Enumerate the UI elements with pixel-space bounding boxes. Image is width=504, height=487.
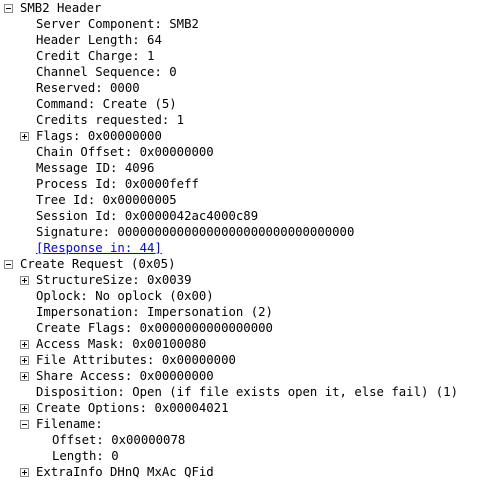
tree-row[interactable]: Header Length: 64 xyxy=(0,32,504,48)
access-mask-node: Access Mask: 0x00100080 xyxy=(36,337,207,351)
file-attributes-node: File Attributes: 0x00000000 xyxy=(36,353,236,367)
channel-sequence-field: Channel Sequence: 0 xyxy=(36,65,177,79)
oplock-field: Oplock: No oplock (0x00) xyxy=(36,289,214,303)
session-id-field: Session Id: 0x0000042ac4000c89 xyxy=(36,209,259,223)
tree-row[interactable]: Share Access: 0x00000000 xyxy=(0,368,504,384)
tree-row[interactable]: Flags: 0x00000000 xyxy=(0,128,504,144)
packet-details-tree: SMB2 Header Server Component: SMB2 Header … xyxy=(0,0,504,480)
credit-charge-field: Credit Charge: 1 xyxy=(36,49,155,63)
reserved-field: Reserved: 0000 xyxy=(36,81,140,95)
tree-row[interactable]: Session Id: 0x0000042ac4000c89 xyxy=(0,208,504,224)
tree-row[interactable]: Chain Offset: 0x00000000 xyxy=(0,144,504,160)
tree-row[interactable]: Access Mask: 0x00100080 xyxy=(0,336,504,352)
tree-row[interactable]: Command: Create (5) xyxy=(0,96,504,112)
tree-row[interactable]: Credits requested: 1 xyxy=(0,112,504,128)
tree-row[interactable]: Channel Sequence: 0 xyxy=(0,64,504,80)
tree-row[interactable]: Create Options: 0x00004021 xyxy=(0,400,504,416)
structure-size-node: StructureSize: 0x0039 xyxy=(36,273,192,287)
filename-offset-field: Offset: 0x00000078 xyxy=(52,433,186,447)
expand-icon[interactable] xyxy=(20,404,29,413)
tree-row[interactable]: Signature: 00000000000000000000000000000… xyxy=(0,224,504,240)
tree-row[interactable]: Create Request (0x05) xyxy=(0,256,504,272)
expand-icon[interactable] xyxy=(20,276,29,285)
tree-row[interactable]: Credit Charge: 1 xyxy=(0,48,504,64)
extrainfo-node: ExtraInfo DHnQ MxAc QFid xyxy=(36,465,214,479)
collapse-icon[interactable] xyxy=(4,4,13,13)
header-length-field: Header Length: 64 xyxy=(36,33,162,47)
smb2-header-node: SMB2 Header xyxy=(20,1,102,15)
collapse-icon[interactable] xyxy=(4,260,13,269)
tree-row[interactable]: Message ID: 4096 xyxy=(0,160,504,176)
credits-requested-field: Credits requested: 1 xyxy=(36,113,185,127)
tree-row[interactable]: Offset: 0x00000078 xyxy=(0,432,504,448)
tree-row[interactable]: ExtraInfo DHnQ MxAc QFid xyxy=(0,464,504,480)
create-request-node: Create Request (0x05) xyxy=(20,257,176,271)
expand-icon[interactable] xyxy=(20,132,29,141)
tree-row[interactable]: Reserved: 0000 xyxy=(0,80,504,96)
signature-field: Signature: 00000000000000000000000000000… xyxy=(36,225,355,239)
tree-row[interactable]: Tree Id: 0x00000005 xyxy=(0,192,504,208)
tree-row[interactable]: Filename: xyxy=(0,416,504,432)
tree-row[interactable]: Create Flags: 0x0000000000000000 xyxy=(0,320,504,336)
disposition-field: Disposition: Open (if file exists open i… xyxy=(36,385,458,399)
tree-row[interactable]: Disposition: Open (if file exists open i… xyxy=(0,384,504,400)
tree-row[interactable]: Oplock: No oplock (0x00) xyxy=(0,288,504,304)
filename-node: Filename: xyxy=(36,417,103,431)
create-options-node: Create Options: 0x00004021 xyxy=(36,401,229,415)
command-field: Command: Create (5) xyxy=(36,97,177,111)
expand-icon[interactable] xyxy=(20,372,29,381)
expand-icon[interactable] xyxy=(20,468,29,477)
message-id-field: Message ID: 4096 xyxy=(36,161,155,175)
flags-node: Flags: 0x00000000 xyxy=(36,129,162,143)
process-id-field: Process Id: 0x0000feff xyxy=(36,177,199,191)
tree-row[interactable]: File Attributes: 0x00000000 xyxy=(0,352,504,368)
collapse-icon[interactable] xyxy=(20,420,29,429)
tree-row[interactable]: [Response in: 44] xyxy=(0,240,504,256)
tree-row[interactable]: Process Id: 0x0000feff xyxy=(0,176,504,192)
create-flags-field: Create Flags: 0x0000000000000000 xyxy=(36,321,273,335)
tree-row[interactable]: Length: 0 xyxy=(0,448,504,464)
expand-icon[interactable] xyxy=(20,340,29,349)
tree-row[interactable]: SMB2 Header xyxy=(0,0,504,16)
impersonation-field: Impersonation: Impersonation (2) xyxy=(36,305,273,319)
tree-row[interactable]: Impersonation: Impersonation (2) xyxy=(0,304,504,320)
chain-offset-field: Chain Offset: 0x00000000 xyxy=(36,145,214,159)
response-in-link[interactable]: [Response in: 44] xyxy=(36,240,162,256)
tree-id-field: Tree Id: 0x00000005 xyxy=(36,193,177,207)
filename-length-field: Length: 0 xyxy=(52,449,119,463)
share-access-node: Share Access: 0x00000000 xyxy=(36,369,214,383)
server-component-field: Server Component: SMB2 xyxy=(36,17,199,31)
tree-row[interactable]: StructureSize: 0x0039 xyxy=(0,272,504,288)
tree-row[interactable]: Server Component: SMB2 xyxy=(0,16,504,32)
expand-icon[interactable] xyxy=(20,356,29,365)
